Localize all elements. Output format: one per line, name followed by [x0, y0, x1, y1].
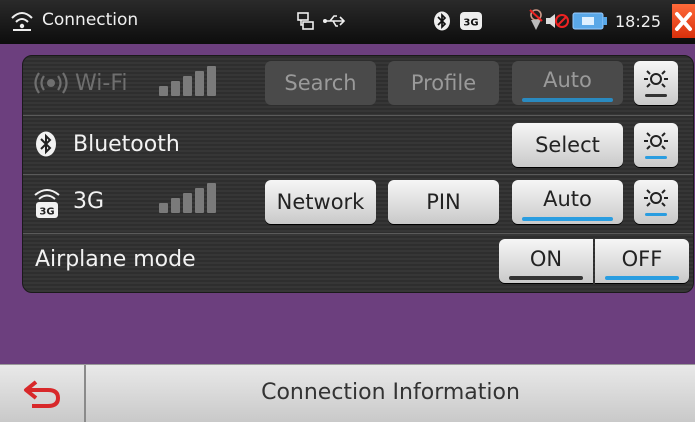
back-button[interactable] [0, 365, 86, 422]
airplane-row: Airplane mode ON OFF [23, 233, 693, 293]
wifi-label: Wi-Fi [75, 71, 128, 96]
usb-icon [323, 15, 346, 27]
airplane-on-indicator [509, 276, 583, 280]
bluetooth-label: Bluetooth [73, 132, 180, 157]
settings-icon [644, 132, 668, 159]
lan-icon [297, 12, 314, 30]
wifi-settings-button[interactable] [634, 61, 678, 105]
3g-row-icon: 3G [34, 189, 60, 218]
3g-icon: 3G [460, 12, 482, 30]
settings-icon [644, 189, 668, 216]
3g-label: 3G [73, 189, 105, 214]
wifi-signal-icon [34, 72, 68, 94]
3g-auto-indicator [522, 217, 613, 221]
bluetooth-row: Bluetooth Select [23, 115, 693, 175]
3g-settings-button[interactable] [634, 180, 678, 224]
airplane-on-label: ON [529, 247, 563, 271]
wifi-icon [11, 12, 33, 31]
gps-off-icon [529, 9, 543, 30]
airplane-off-indicator [605, 276, 679, 280]
airplane-label: Airplane mode [35, 247, 196, 272]
airplane-on-button[interactable]: ON [499, 239, 593, 283]
settings-icon [644, 70, 668, 97]
3g-network-button[interactable]: Network [265, 180, 376, 224]
footer-title: Connection Information [261, 380, 520, 405]
airplane-off-label: OFF [621, 247, 663, 271]
svg-text:3G: 3G [463, 18, 478, 29]
3g-pin-button[interactable]: PIN [388, 180, 499, 224]
bluetooth-settings-button[interactable] [634, 123, 678, 167]
wifi-signal-strength [159, 66, 229, 96]
3g-pin-label: PIN [426, 190, 461, 214]
bluetooth-select-button[interactable]: Select [512, 123, 623, 167]
close-icon [675, 12, 692, 31]
3g-row: 3G 3G Network PIN Auto [23, 174, 693, 234]
bluetooth-row-icon [36, 131, 56, 157]
close-button[interactable] [672, 4, 695, 38]
wifi-search-label: Search [284, 71, 357, 95]
wifi-auto-button[interactable]: Auto [512, 61, 623, 105]
battery-icon [572, 12, 607, 30]
back-arrow-icon [24, 380, 61, 408]
wifi-profile-label: Profile [410, 71, 477, 95]
wifi-auto-label: Auto [543, 68, 592, 92]
mute-icon [546, 14, 569, 28]
3g-auto-label: Auto [543, 187, 592, 211]
connection-settings-panel: Wi-Fi Search Profile Auto Bluetooth Sele… [22, 55, 694, 293]
3g-signal-strength [159, 183, 229, 213]
status-bar: Connection 3G 18:25 [0, 0, 695, 44]
wifi-search-button[interactable]: Search [265, 61, 376, 105]
wifi-profile-button[interactable]: Profile [388, 61, 499, 105]
airplane-off-button[interactable]: OFF [595, 239, 689, 283]
bluetooth-select-label: Select [535, 133, 600, 157]
3g-auto-button[interactable]: Auto [512, 180, 623, 224]
clock: 18:25 [615, 12, 662, 31]
bluetooth-icon [434, 11, 450, 31]
window-title: Connection [42, 10, 139, 30]
svg-text:3G: 3G [39, 207, 54, 218]
wifi-auto-indicator [522, 98, 613, 102]
footer-bar: Connection Information [0, 364, 695, 422]
wifi-row: Wi-Fi Search Profile Auto [23, 56, 693, 115]
3g-network-label: Network [276, 190, 365, 214]
